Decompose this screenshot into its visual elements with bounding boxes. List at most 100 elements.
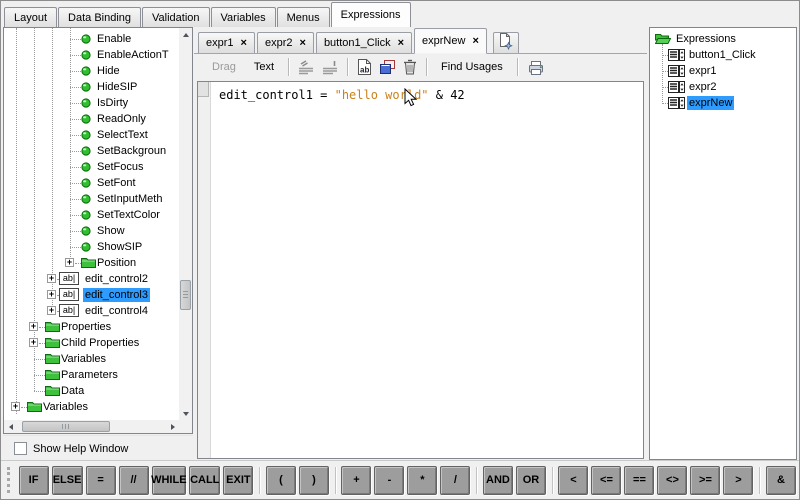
keyword-button-symbol[interactable]: <> xyxy=(657,466,687,495)
tree-item-properties[interactable]: +Properties xyxy=(4,319,179,335)
tree-item-readonly[interactable]: ReadOnly xyxy=(4,111,179,127)
close-tab-icon[interactable]: × xyxy=(398,38,404,48)
expand-plus-icon[interactable]: + xyxy=(29,322,38,331)
tree-item-position[interactable]: +Position xyxy=(4,255,179,271)
keyword-button-symbol[interactable]: / xyxy=(440,466,470,495)
tab-menus[interactable]: Menus xyxy=(277,7,330,27)
tree-item-selecttext[interactable]: SelectText xyxy=(4,127,179,143)
vertical-scroll-thumb[interactable] xyxy=(180,280,191,310)
keyword-button-symbol[interactable]: > xyxy=(723,466,753,495)
tree-item-edit-control2[interactable]: +ab|edit_control2 xyxy=(4,271,179,287)
scroll-right-button[interactable] xyxy=(166,420,179,433)
keyword-button-symbol[interactable]: = xyxy=(86,466,116,495)
scroll-up-button[interactable] xyxy=(179,28,192,41)
keyword-button-symbol[interactable]: <= xyxy=(591,466,621,495)
tree-item-label: IsDirty xyxy=(95,96,130,110)
tree-item-setbackgroun[interactable]: SetBackgroun xyxy=(4,143,179,159)
expand-plus-icon[interactable]: + xyxy=(29,338,38,347)
scroll-down-button[interactable] xyxy=(179,407,192,420)
keyword-button-symbol[interactable]: & xyxy=(766,466,796,495)
keyword-button-symbol[interactable]: + xyxy=(341,466,371,495)
tree-item-button1-click[interactable]: button1_Click xyxy=(650,47,796,63)
horizontal-scroll-thumb[interactable] xyxy=(22,421,110,432)
tree-item-parameters[interactable]: Parameters xyxy=(4,367,179,383)
keyword-button-symbol[interactable]: - xyxy=(374,466,404,495)
tree-item-showsip[interactable]: ShowSIP xyxy=(4,239,179,255)
tree-item-child-properties[interactable]: +Child Properties xyxy=(4,335,179,351)
tree-item-hidesip[interactable]: HideSIP xyxy=(4,79,179,95)
tab-layout[interactable]: Layout xyxy=(4,7,57,27)
scroll-left-button[interactable] xyxy=(4,420,17,433)
keyword-group-separator xyxy=(259,467,260,494)
tree-item-variables[interactable]: +Variables xyxy=(4,399,179,415)
keyword-button-while[interactable]: WHILE xyxy=(152,466,187,495)
print-icon[interactable] xyxy=(527,60,545,75)
controls-tree[interactable]: EnableEnableActionTHideHideSIPIsDirtyRea… xyxy=(4,28,179,420)
windows-icon[interactable] xyxy=(380,60,395,74)
expand-plus-icon[interactable]: + xyxy=(47,290,56,299)
close-tab-icon[interactable]: × xyxy=(300,38,306,48)
toolbar-gripper[interactable] xyxy=(7,467,12,493)
tree-item-hide[interactable]: Hide xyxy=(4,63,179,79)
new-expression-tab-button[interactable] xyxy=(493,32,519,53)
expression-tab-exprnew[interactable]: exprNew× xyxy=(414,28,487,54)
keyword-button-and[interactable]: AND xyxy=(483,466,513,495)
keyword-button-or[interactable]: OR xyxy=(516,466,546,495)
expression-tab-expr1[interactable]: expr1× xyxy=(198,32,255,53)
tree-item-settextcolor[interactable]: SetTextColor xyxy=(4,207,179,223)
rename-icon[interactable]: ab xyxy=(357,59,372,75)
tab-validation[interactable]: Validation xyxy=(142,7,210,27)
tree-item-label: expr1 xyxy=(687,64,719,78)
tab-expressions[interactable]: Expressions xyxy=(331,2,411,27)
keyword-button-symbol[interactable]: // xyxy=(119,466,149,495)
keyword-button-symbol[interactable]: * xyxy=(407,466,437,495)
expand-plus-icon[interactable]: + xyxy=(47,274,56,283)
expression-tab-expr2[interactable]: expr2× xyxy=(257,32,314,53)
tab-data-binding[interactable]: Data Binding xyxy=(58,7,141,27)
keyword-button-else[interactable]: ELSE xyxy=(52,466,83,495)
keyword-button-symbol[interactable]: ( xyxy=(266,466,296,495)
tree-item-show[interactable]: Show xyxy=(4,223,179,239)
expressions-tree[interactable]: Expressionsbutton1_Clickexpr1expr2exprNe… xyxy=(650,28,796,459)
tree-item-expr2[interactable]: expr2 xyxy=(650,79,796,95)
tree-item-edit-control3[interactable]: +ab|edit_control3 xyxy=(4,287,179,303)
tree-item-isdirty[interactable]: IsDirty xyxy=(4,95,179,111)
tree-item-edit-control4[interactable]: +ab|edit_control4 xyxy=(4,303,179,319)
tree-item-expressions[interactable]: Expressions xyxy=(650,31,796,47)
tree-item-enableactiont[interactable]: EnableActionT xyxy=(4,47,179,63)
expand-plus-icon[interactable]: + xyxy=(65,258,74,267)
tree-item-data[interactable]: Data xyxy=(4,383,179,399)
expand-plus-icon[interactable]: + xyxy=(47,306,56,315)
keyword-button-symbol[interactable]: == xyxy=(624,466,654,495)
expand-plus-icon[interactable]: + xyxy=(11,402,20,411)
method-icon xyxy=(81,210,91,223)
horizontal-scrollbar[interactable] xyxy=(4,420,179,433)
expression-tab-button1-click[interactable]: button1_Click× xyxy=(316,32,412,53)
keyword-button-symbol[interactable]: >= xyxy=(690,466,720,495)
show-help-checkbox[interactable] xyxy=(14,442,27,455)
code-line[interactable]: edit_control1 = "hello world" & 42 xyxy=(219,88,465,102)
keyword-button-symbol[interactable]: ) xyxy=(299,466,329,495)
tree-item-setinputmeth[interactable]: SetInputMeth xyxy=(4,191,179,207)
tree-connector xyxy=(70,71,81,72)
scrollbar-corner xyxy=(179,420,192,433)
find-usages-button[interactable]: Find Usages xyxy=(441,61,503,73)
tree-item-setfocus[interactable]: SetFocus xyxy=(4,159,179,175)
code-editor[interactable]: edit_control1 = "hello world" & 42 xyxy=(197,81,644,459)
tree-item-enable[interactable]: Enable xyxy=(4,31,179,47)
keyword-button-symbol[interactable]: < xyxy=(558,466,588,495)
close-tab-icon[interactable]: × xyxy=(241,38,247,48)
tree-item-variables[interactable]: Variables xyxy=(4,351,179,367)
text-button[interactable]: Text xyxy=(254,61,274,73)
tree-item-expr1[interactable]: expr1 xyxy=(650,63,796,79)
delete-icon[interactable] xyxy=(403,59,417,75)
tab-variables[interactable]: Variables xyxy=(211,7,276,27)
keyword-button-if[interactable]: IF xyxy=(19,466,49,495)
close-tab-icon[interactable]: × xyxy=(472,36,478,46)
keyword-button-call[interactable]: CALL xyxy=(189,466,220,495)
keyword-button-exit[interactable]: EXIT xyxy=(223,466,253,495)
tree-item-label: Expressions xyxy=(674,32,738,46)
tree-item-exprnew[interactable]: exprNew xyxy=(650,95,796,111)
tree-item-setfont[interactable]: SetFont xyxy=(4,175,179,191)
vertical-scrollbar[interactable] xyxy=(179,28,192,420)
